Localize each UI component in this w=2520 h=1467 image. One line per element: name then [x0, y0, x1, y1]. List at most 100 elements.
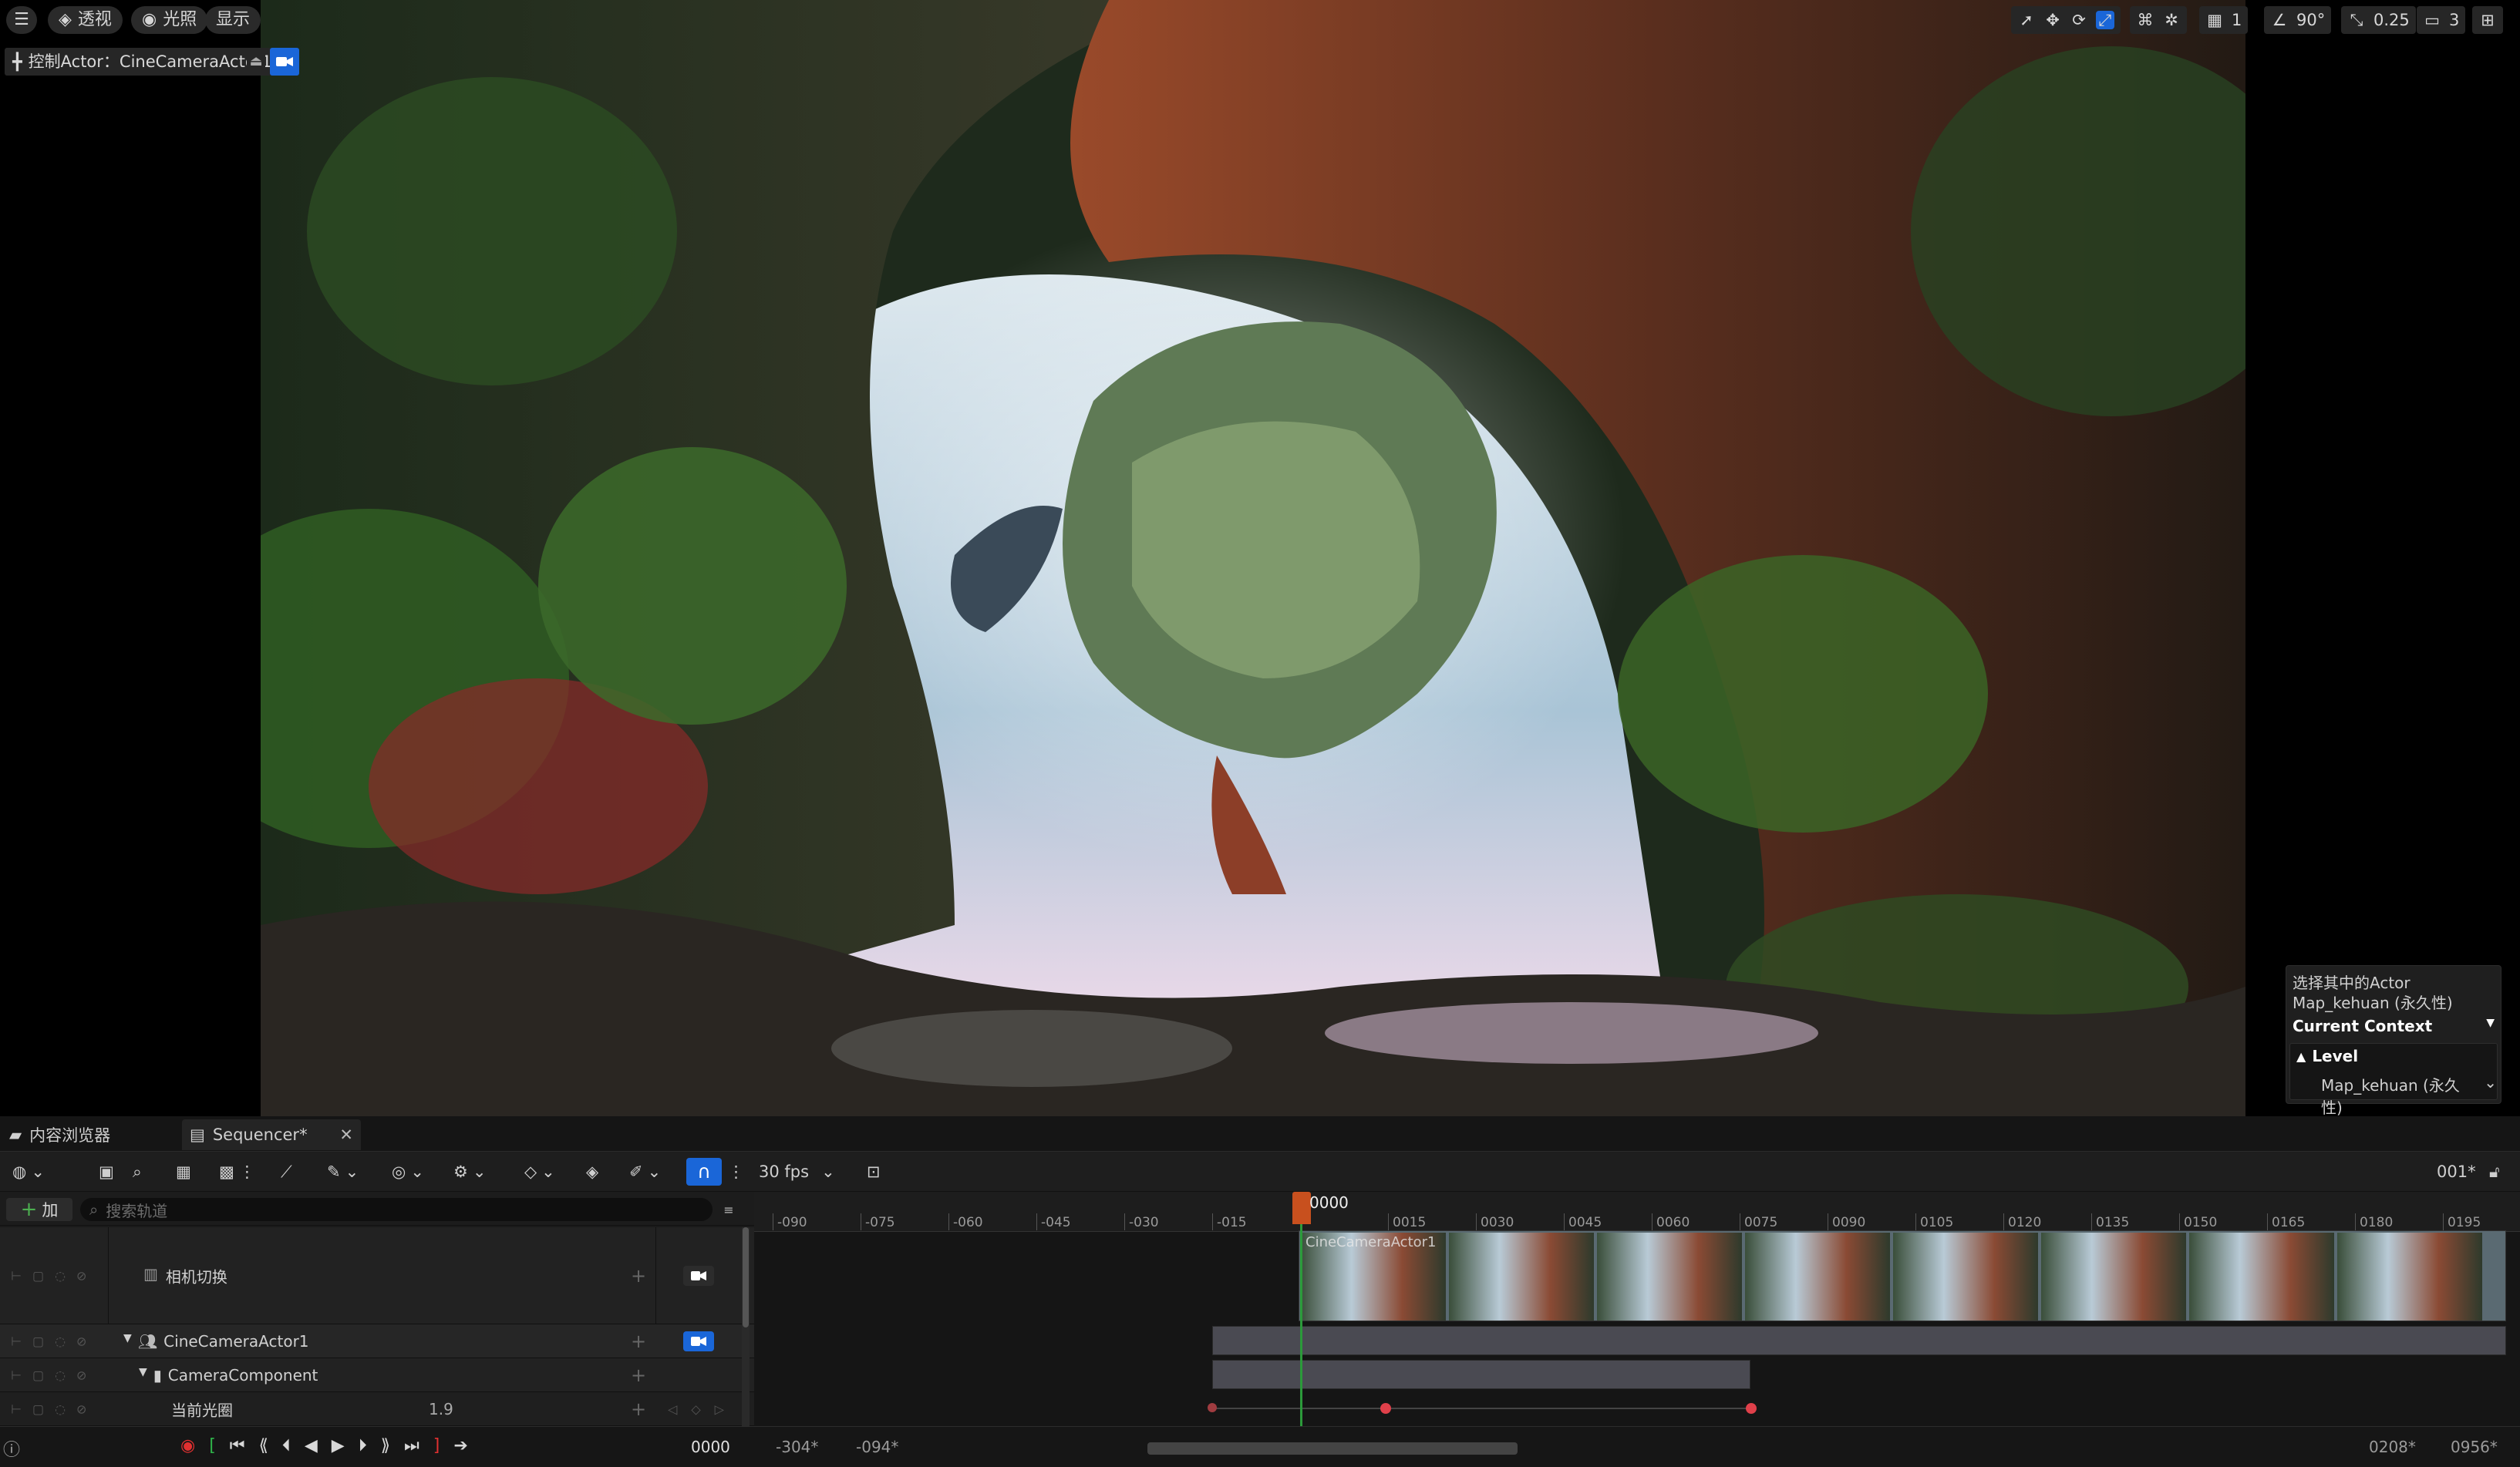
record-icon[interactable]: ◉ [180, 1436, 195, 1455]
timeline-scrollbar[interactable] [1147, 1442, 1518, 1455]
add-track-button[interactable]: + 加 [6, 1198, 72, 1221]
surface-snap-icon[interactable]: ✲ [2162, 11, 2181, 29]
track-list-scrollbar[interactable] [742, 1227, 750, 1426]
mute-icon[interactable]: ◌ [55, 1401, 66, 1416]
expand-triangle-icon[interactable]: ▼ [139, 1366, 147, 1385]
filter-button[interactable]: ≡ [716, 1198, 742, 1221]
set-start-icon[interactable]: [ [209, 1436, 216, 1455]
add-track-plus-icon[interactable]: + [631, 1364, 646, 1386]
end-out-field[interactable]: 0956* [2451, 1438, 2498, 1456]
camera-cut-section[interactable]: CineCameraActor1 [1299, 1230, 2506, 1321]
camera-cut-lock-button[interactable] [270, 48, 299, 76]
pin-icon[interactable]: ⊢ [11, 1268, 22, 1283]
track-row-camera-cuts[interactable]: ⊢ ▢ ◌ ⊘ ▥ 相机切换 + [0, 1227, 754, 1324]
jump-to-end-icon[interactable]: ⏭ [404, 1436, 419, 1455]
jump-to-start-icon[interactable]: ⏮ [230, 1436, 245, 1455]
render-movie-button[interactable]: ▦ [176, 1158, 191, 1186]
keyframe-dot[interactable] [1208, 1403, 1217, 1412]
play-reverse-icon[interactable]: ◀ [305, 1436, 318, 1455]
camera-view-button[interactable]: ⊡ [867, 1158, 881, 1186]
mute-icon[interactable]: ◌ [55, 1268, 66, 1283]
auto-key-button[interactable]: ◈ [586, 1158, 598, 1186]
camera-lock-toggle[interactable] [683, 1265, 714, 1286]
aperture-value-field[interactable]: 1.9 [429, 1400, 453, 1418]
find-in-browser-button[interactable]: ⌕ [133, 1158, 142, 1186]
play-icon[interactable]: ▶ [332, 1436, 345, 1455]
actions-menu[interactable]: ✎ ⌄ [327, 1158, 359, 1186]
rotation-snap-control[interactable]: ∠ 90° [2264, 6, 2332, 34]
show-button[interactable]: 显示 [205, 6, 261, 34]
add-key-plus-icon[interactable]: + [631, 1398, 646, 1420]
lock-icon[interactable]: ▢ [32, 1334, 44, 1348]
scale-snap-control[interactable]: ⤡ 0.25 [2341, 6, 2416, 34]
playback-options-button[interactable]: ▩ ⋮ [219, 1158, 255, 1186]
keyframe-dot[interactable] [1380, 1403, 1391, 1414]
component-section-bar[interactable] [1212, 1360, 1750, 1389]
pin-icon[interactable]: ⊢ [11, 1368, 22, 1382]
add-track-plus-icon[interactable]: + [631, 1331, 646, 1352]
mute-icon[interactable]: ◌ [55, 1368, 66, 1382]
time-ruler[interactable]: -090 -075 -060 -045 -030 -015 0015 0030 … [754, 1192, 2520, 1232]
info-icon[interactable]: ⓘ [3, 1436, 20, 1461]
next-key-icon[interactable]: ▷ [715, 1401, 724, 1416]
view-start-field[interactable]: -094* [856, 1438, 898, 1456]
prev-key-icon[interactable]: ◁ [668, 1401, 677, 1416]
solo-icon[interactable]: ⊘ [76, 1334, 86, 1348]
grid-snap-control[interactable]: ▦ 1 [2199, 6, 2249, 34]
prev-key-icon[interactable]: ⟪ [259, 1436, 268, 1455]
track-row-cinecameraactor[interactable]: ⊢ ▢ ◌ ⊘ ▼ 👥︎ CineCameraActor1 + [0, 1324, 754, 1358]
set-end-icon[interactable]: ] [433, 1436, 440, 1455]
level-viewport[interactable]: ☰ ◈ 透视 ◉ 光照 显示 ╋ 控制Actor：CineCameraActor… [0, 0, 2520, 1117]
viewport-render[interactable] [261, 0, 2245, 1116]
camera-speed-control[interactable]: ▭ 3 [2417, 6, 2466, 34]
mute-icon[interactable]: ◌ [55, 1334, 66, 1348]
step-back-icon[interactable]: ⏴︎ [282, 1436, 291, 1455]
close-icon[interactable]: ✕ [339, 1125, 353, 1144]
perspective-button[interactable]: ◈ 透视 [48, 6, 123, 34]
world-settings-button[interactable]: ◍ ⌄ [12, 1158, 45, 1186]
curve-editor-button[interactable]: ⟋ [281, 1158, 292, 1186]
current-context-header[interactable]: Current Context ▼ [2293, 1017, 2495, 1035]
eject-pilot-button[interactable]: ⏏ [247, 48, 265, 76]
track-row-current-aperture[interactable]: ⊢ ▢ ◌ ⊘ 当前光圈 1.9 + ◁ ◇ ▷ [0, 1392, 754, 1426]
lock-icon[interactable]: ▢ [32, 1368, 44, 1382]
lock-icon[interactable]: ▢ [32, 1401, 44, 1416]
solo-icon[interactable]: ⊘ [76, 1268, 86, 1283]
add-key-plus-icon[interactable]: + [631, 1265, 646, 1287]
move-icon[interactable]: ✥ [2043, 11, 2062, 29]
viewport-menu-button[interactable]: ☰ [6, 6, 37, 34]
world-icon[interactable]: ⌘ [2136, 11, 2154, 29]
pin-icon[interactable]: ⊢ [11, 1334, 22, 1348]
snap-options-menu[interactable]: ⋮ [728, 1158, 744, 1186]
solo-icon[interactable]: ⊘ [76, 1401, 86, 1416]
track-search-input[interactable]: ⌕ 搜索轨道 [80, 1198, 713, 1221]
camera-view-toggle[interactable] [683, 1331, 714, 1351]
current-frame-field[interactable]: 0000 [691, 1438, 730, 1456]
lock-button[interactable]: 🔓︎ [2489, 1158, 2500, 1186]
loop-icon[interactable]: ➔ [453, 1436, 467, 1455]
tools-menu[interactable]: ⚙ ⌄ [453, 1158, 486, 1186]
level-selector[interactable]: ▲ Level Map_kehuan (永久性) ⌄ [2289, 1043, 2498, 1117]
fps-selector[interactable]: 30 fps ⌄ [759, 1158, 835, 1186]
view-options-menu[interactable]: ◎ ⌄ [392, 1158, 424, 1186]
pin-icon[interactable]: ⊢ [11, 1401, 22, 1416]
viewport-layout-button[interactable]: ⊞ [2472, 6, 2503, 34]
key-options-menu[interactable]: ◇ ⌄ [524, 1158, 555, 1186]
tab-sequencer[interactable]: ▤ Sequencer* ✕ [182, 1119, 361, 1150]
actor-section-bar[interactable] [1212, 1326, 2506, 1355]
edit-tools-menu[interactable]: ✐ ⌄ [629, 1158, 661, 1186]
next-key-icon[interactable]: ⟫ [381, 1436, 390, 1455]
expand-triangle-icon[interactable]: ▼ [123, 1332, 132, 1351]
solo-icon[interactable]: ⊘ [76, 1368, 86, 1382]
scale-icon[interactable]: ⤢ [2096, 11, 2114, 29]
keyframe-dot[interactable] [1746, 1403, 1757, 1414]
lit-mode-button[interactable]: ◉ 光照 [131, 6, 208, 34]
save-sequence-button[interactable]: ▣ [99, 1158, 114, 1186]
view-end-field[interactable]: 0208* [2369, 1438, 2416, 1456]
track-row-cameracomponent[interactable]: ⊢ ▢ ◌ ⊘ ▼ ▮ CameraComponent + [0, 1358, 754, 1392]
snap-toggle-button[interactable]: ∩ [686, 1158, 722, 1186]
tab-content-browser[interactable]: ▰ 内容浏览器 [2, 1119, 118, 1150]
lock-icon[interactable]: ▢ [32, 1268, 44, 1283]
step-forward-icon[interactable]: ⏵︎ [359, 1436, 367, 1455]
rotate-icon[interactable]: ⟳ [2070, 11, 2088, 29]
